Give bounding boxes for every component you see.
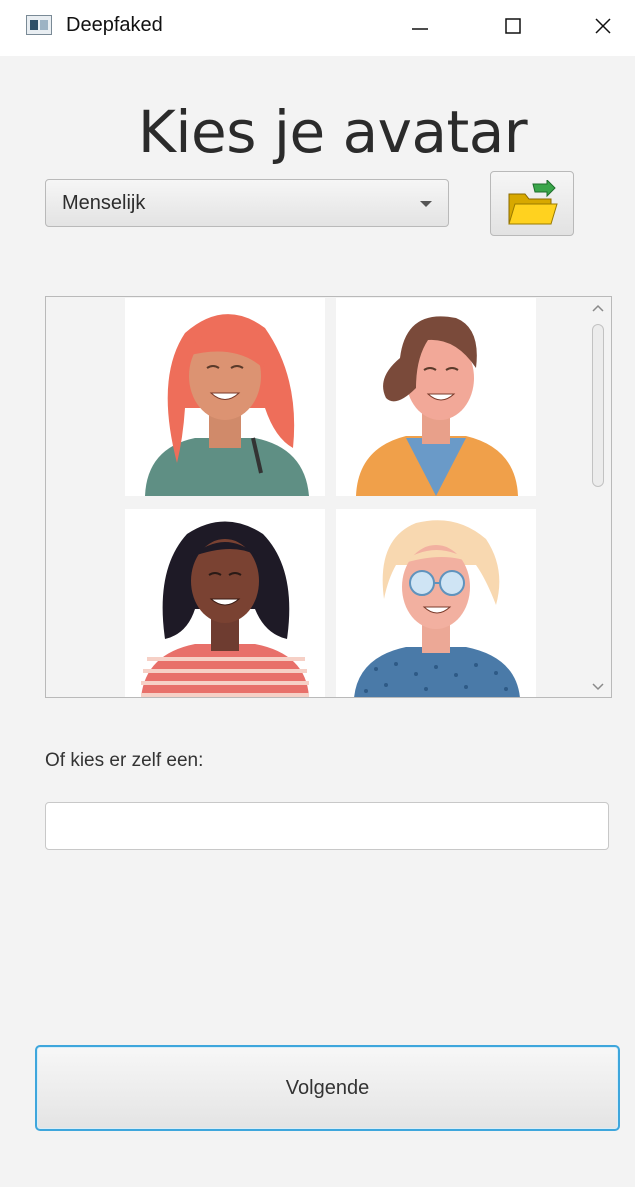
chevron-down-icon <box>420 201 432 207</box>
minimize-icon <box>412 28 428 30</box>
gallery-scrollbar[interactable] <box>586 298 610 697</box>
close-button[interactable] <box>580 0 626 56</box>
avatar-tile-3[interactable] <box>125 509 325 697</box>
custom-avatar-label: Of kies er zelf een: <box>45 750 204 771</box>
scroll-thumb[interactable] <box>592 324 604 487</box>
page-title: Kies je avatar <box>137 98 528 166</box>
scroll-up-button[interactable] <box>586 298 610 318</box>
app-icon <box>26 15 52 35</box>
window-title: Deepfaked <box>66 14 163 36</box>
minimize-button[interactable] <box>397 0 443 56</box>
title-bar: Deepfaked <box>0 0 635 56</box>
custom-avatar-input[interactable] <box>45 802 609 850</box>
avatar-red-hair-woman-icon <box>145 314 309 496</box>
avatar-tile-4[interactable] <box>336 509 536 697</box>
category-dropdown-value: Menselijk <box>62 192 146 214</box>
avatar-tile-1[interactable] <box>125 298 325 496</box>
avatar-tile-2[interactable] <box>336 298 536 496</box>
maximize-button[interactable] <box>490 0 536 56</box>
avatar-brown-hair-woman-icon <box>356 316 518 496</box>
chevron-down-icon <box>592 683 604 691</box>
maximize-icon <box>505 18 521 34</box>
open-folder-button[interactable] <box>490 171 574 236</box>
scroll-down-button[interactable] <box>586 677 610 697</box>
folder-icon <box>508 180 558 225</box>
next-button[interactable]: Volgende <box>35 1045 620 1131</box>
avatar-dark-curly-hair-woman-icon <box>141 521 309 697</box>
category-dropdown[interactable]: Menselijk <box>45 179 449 227</box>
avatar-gallery[interactable] <box>45 296 612 698</box>
avatar-blonde-glasses-woman-icon <box>354 520 520 697</box>
close-icon <box>595 18 611 34</box>
chevron-up-icon <box>592 304 604 312</box>
